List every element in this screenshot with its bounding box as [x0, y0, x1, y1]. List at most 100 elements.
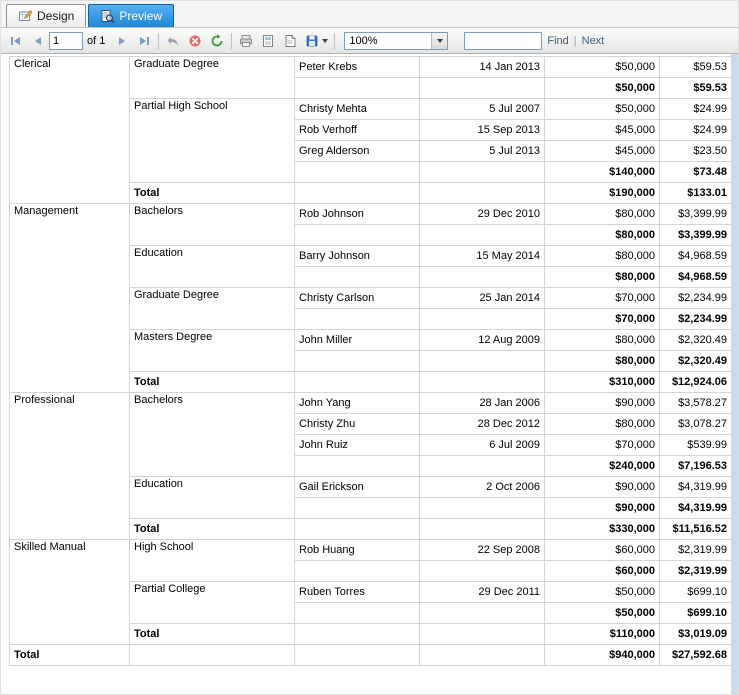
- sales-cell: $3,578.27: [659, 392, 732, 414]
- previous-page-icon: [35, 36, 41, 45]
- hire-date-cell: 5 Jul 2007: [419, 98, 545, 120]
- hire-date-cell: 22 Sep 2008: [419, 539, 545, 561]
- back-to-parent-button[interactable]: [162, 30, 184, 52]
- stop-rendering-button[interactable]: [184, 30, 206, 52]
- refresh-button[interactable]: [206, 30, 228, 52]
- hire-date-cell: 25 Jan 2014: [419, 287, 545, 309]
- salary-cell: $50,000: [544, 56, 660, 78]
- last-page-button[interactable]: [133, 30, 155, 52]
- page-count-label: of 1: [87, 34, 106, 47]
- first-page-button[interactable]: [5, 30, 27, 52]
- total-salary-cell: $310,000: [544, 371, 660, 393]
- zoom-value: 100%: [349, 34, 378, 47]
- design-icon: [19, 10, 32, 21]
- sales-cell: $3,078.27: [659, 413, 732, 435]
- salary-cell: $80,000: [544, 245, 660, 267]
- find-text-input[interactable]: [464, 31, 543, 50]
- subtotal-salary-cell: $70,000: [544, 308, 660, 330]
- zoom-dropdown-button[interactable]: [431, 32, 448, 49]
- subtotal-spacer-cell: [419, 602, 545, 624]
- subtotal-spacer-cell: [294, 497, 420, 519]
- toolbar-separator: [158, 32, 160, 49]
- total-label-cell: Total: [129, 518, 295, 540]
- export-button[interactable]: [301, 30, 331, 52]
- subtotal-spacer-cell: [294, 266, 420, 288]
- subtotal-spacer-cell: [294, 560, 420, 582]
- report-table: Clerical Graduate Degree Peter Krebs 14 Jan…: [9, 56, 732, 666]
- hire-date-cell: 12 Aug 2009: [419, 329, 545, 351]
- subtotal-sales-cell: $73.48: [659, 161, 732, 183]
- page-setup-button[interactable]: [279, 30, 301, 52]
- zoom-dropdown-icon: [436, 38, 443, 43]
- subtotal-salary-cell: $50,000: [544, 77, 660, 99]
- tab-preview-label: Preview: [119, 9, 163, 23]
- tab-design[interactable]: Design: [6, 4, 87, 27]
- employee-name-cell: John Yang: [294, 392, 420, 414]
- previous-page-button[interactable]: [27, 30, 49, 52]
- total-salary-cell: $330,000: [544, 518, 660, 540]
- tab-preview[interactable]: Preview: [88, 4, 175, 27]
- subtotal-spacer-cell: [419, 266, 545, 288]
- print-icon: [240, 34, 253, 47]
- subtotal-salary-cell: $60,000: [544, 560, 660, 582]
- occupation-cell: Professional: [9, 392, 130, 540]
- report-preview-area: Clerical Graduate Degree Peter Krebs 14 Jan…: [1, 54, 738, 694]
- education-cell: Bachelors: [129, 392, 295, 477]
- next-page-button[interactable]: [111, 30, 133, 52]
- education-cell: High School: [129, 539, 295, 582]
- sales-cell: $24.99: [659, 119, 732, 141]
- next-page-icon: [119, 36, 126, 45]
- subtotal-sales-cell: $2,320.49: [659, 350, 732, 372]
- employee-name-cell: Greg Alderson: [294, 140, 420, 162]
- page-setup-icon: [285, 34, 296, 47]
- detail-row: Professional Bachelors John Yang 28 Jan 200…: [9, 392, 732, 540]
- report-designer-window: Design Preview of 1: [0, 0, 739, 695]
- subtotal-sales-cell: $3,399.99: [659, 224, 732, 246]
- employee-name-cell: Barry Johnson: [294, 245, 420, 267]
- print-layout-button[interactable]: [257, 30, 279, 52]
- hire-date-cell: 15 Sep 2013: [419, 119, 545, 141]
- total-spacer-cell: [419, 518, 545, 540]
- subtotal-salary-cell: $80,000: [544, 224, 660, 246]
- report-viewer-toolbar: of 1: [1, 28, 738, 54]
- sales-cell: $3,399.99: [659, 203, 732, 225]
- hire-date-cell: 14 Jan 2013: [419, 56, 545, 78]
- page-number-input[interactable]: [49, 31, 83, 50]
- subtotal-spacer-cell: [294, 350, 420, 372]
- occupation-cell: Skilled Manual: [9, 539, 130, 645]
- hire-date-cell: 28 Jan 2006: [419, 392, 545, 414]
- zoom-select[interactable]: 100%: [344, 31, 449, 50]
- grand-total-row: Total $940,000 $27,592.68: [9, 644, 732, 666]
- subtotal-spacer-cell: [419, 161, 545, 183]
- employee-name-cell: Rob Johnson: [294, 203, 420, 225]
- employee-name-cell: Rob Verhoff: [294, 119, 420, 141]
- find-button[interactable]: Find: [547, 35, 568, 47]
- total-spacer-cell: [294, 518, 420, 540]
- detail-row: Skilled Manual High School Rob Huang 22 Sep…: [9, 539, 732, 645]
- sales-cell: $699.10: [659, 581, 732, 603]
- hire-date-cell: 5 Jul 2013: [419, 140, 545, 162]
- subtotal-sales-cell: $699.10: [659, 602, 732, 624]
- subtotal-salary-cell: $80,000: [544, 350, 660, 372]
- sales-cell: $4,968.59: [659, 245, 732, 267]
- find-next-button[interactable]: Next: [582, 35, 605, 47]
- grand-total-spacer-cell: [294, 644, 420, 666]
- sales-cell: $2,320.49: [659, 329, 732, 351]
- education-cell: Graduate Degree: [129, 287, 295, 330]
- total-spacer-cell: [419, 371, 545, 393]
- sales-cell: $2,319.99: [659, 539, 732, 561]
- print-button[interactable]: [235, 30, 257, 52]
- education-cell: Bachelors: [129, 203, 295, 246]
- employee-name-cell: Christy Mehta: [294, 98, 420, 120]
- subtotal-salary-cell: $80,000: [544, 266, 660, 288]
- salary-cell: $50,000: [544, 98, 660, 120]
- hire-date-cell: 6 Jul 2009: [419, 434, 545, 456]
- salary-cell: $50,000: [544, 581, 660, 603]
- employee-name-cell: John Ruiz: [294, 434, 420, 456]
- subtotal-spacer-cell: [294, 308, 420, 330]
- hire-date-cell: 29 Dec 2011: [419, 581, 545, 603]
- sales-cell: $24.99: [659, 98, 732, 120]
- education-cell: Education: [129, 245, 295, 288]
- employee-name-cell: Christy Zhu: [294, 413, 420, 435]
- employee-name-cell: Rob Huang: [294, 539, 420, 561]
